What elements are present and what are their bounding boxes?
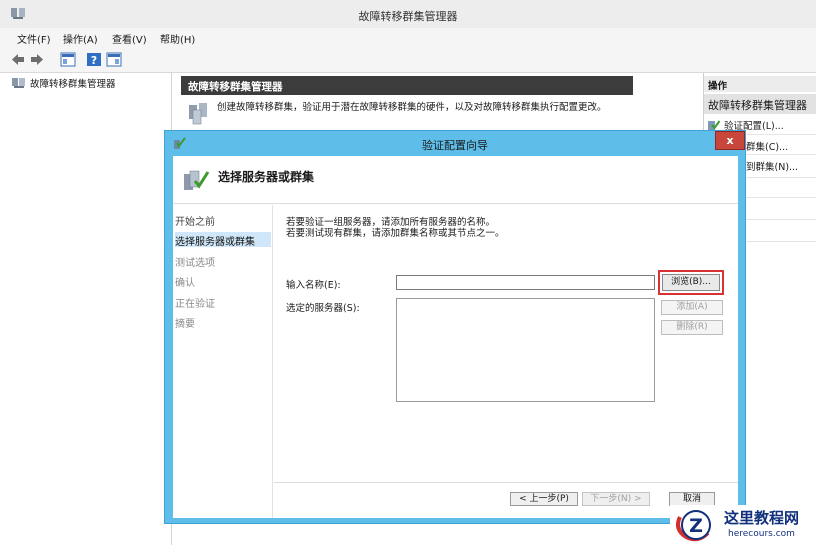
browse-button[interactable]: 浏览(B)... [658, 270, 724, 295]
menu-action[interactable]: 操作(A) [63, 31, 98, 46]
console-tree: 故障转移群集管理器 [0, 73, 172, 545]
remove-button[interactable]: 删除(R) [661, 320, 723, 335]
dialog-body: 选择服务器或群集 开始之前 选择服务器或群集 测试选项 确认 正在验证 摘要 若… [173, 156, 738, 518]
action-connect-to-cluster[interactable]: 到群集(N)... [746, 159, 798, 173]
main-title-bar: 故障转移群集管理器 [0, 0, 816, 28]
instruction-line-2: 若要测试现有群集，请添加群集名称或其节点之一。 [286, 228, 505, 239]
next-button[interactable]: 下一步(N) > [582, 492, 650, 506]
step-validating: 正在验证 [175, 299, 215, 310]
wizard-header: 选择服务器或群集 [173, 156, 738, 204]
menu-help[interactable]: 帮助(H) [160, 31, 195, 46]
actions-header: 操作 [704, 76, 816, 92]
enter-name-input[interactable] [396, 275, 655, 290]
show-hide-action-pane-icon[interactable] [106, 52, 122, 67]
previous-button[interactable]: < 上一步(P) [510, 492, 578, 506]
svg-text:?: ? [91, 54, 97, 67]
show-hide-tree-icon[interactable] [60, 52, 76, 67]
menu-bar: 文件(F) 操作(A) 查看(V) 帮助(H) [0, 28, 816, 47]
toolbar: ? [0, 47, 816, 73]
instruction-line-1: 若要验证一组服务器，请添加所有服务器的名称。 [286, 217, 496, 228]
wizard-instructions: 若要验证一组服务器，请添加所有服务器的名称。 若要测试现有群集，请添加群集名称或… [286, 217, 505, 239]
site-logo-icon: Z [676, 510, 711, 542]
step-select-servers[interactable]: 选择服务器或群集 [175, 232, 271, 248]
dialog-title-bar[interactable]: 验证配置向导 x [165, 131, 745, 156]
watermark-url: herecours.com [728, 529, 795, 539]
actions-section-title[interactable]: 故障转移群集管理器 [704, 94, 816, 114]
selected-servers-label: 选定的服务器(S): [286, 303, 360, 314]
dialog-title: 验证配置向导 [422, 139, 488, 152]
enter-name-label: 输入名称(E): [286, 280, 341, 291]
cluster-manager-icon [12, 78, 25, 88]
cluster-servers-icon [189, 103, 207, 125]
selected-servers-list[interactable] [396, 298, 655, 402]
wizard-content: 若要验证一组服务器，请添加所有服务器的名称。 若要测试现有群集，请添加群集名称或… [274, 205, 738, 518]
window-title: 故障转移群集管理器 [358, 10, 458, 23]
validate-configuration-wizard: 验证配置向导 x 选择服务器或群集 开始之前 选择服务器或群集 测试选项 确认 … [164, 130, 746, 524]
center-pane-description: 创建故障转移群集，验证用于潜在故障转移群集的硬件，以及对故障转移群集执行配置更改… [217, 102, 607, 113]
center-pane-header: 故障转移群集管理器 [181, 76, 633, 95]
add-button[interactable]: 添加(A) [661, 300, 723, 315]
wizard-page-heading: 选择服务器或群集 [218, 170, 315, 184]
step-confirmation: 确认 [175, 278, 195, 289]
menu-file[interactable]: 文件(F) [17, 31, 51, 46]
svg-text:Z: Z [689, 515, 703, 537]
wizard-footer: < 上一步(P) 下一步(N) > 取消 [274, 482, 738, 518]
help-icon[interactable]: ? [86, 52, 102, 67]
menu-view[interactable]: 查看(V) [112, 31, 147, 46]
dialog-close-button[interactable]: x [715, 131, 745, 150]
step-summary: 摘要 [175, 319, 195, 330]
wizard-steps: 开始之前 选择服务器或群集 测试选项 确认 正在验证 摘要 [173, 205, 273, 518]
select-servers-icon [184, 170, 210, 190]
cancel-button[interactable]: 取消 [669, 492, 715, 506]
step-before-you-begin[interactable]: 开始之前 [175, 212, 271, 228]
action-create-cluster[interactable]: 群集(C)... [746, 139, 788, 153]
site-watermark: Z 这里教程网 herecours.com [670, 505, 816, 545]
step-testing-options: 测试选项 [175, 258, 215, 269]
forward-arrow-icon[interactable] [29, 52, 45, 67]
tree-item-cluster-manager[interactable]: 故障转移群集管理器 [12, 76, 116, 90]
back-arrow-icon[interactable] [10, 52, 26, 67]
tree-item-label: 故障转移群集管理器 [30, 79, 116, 90]
watermark-chinese: 这里教程网 [724, 509, 800, 527]
